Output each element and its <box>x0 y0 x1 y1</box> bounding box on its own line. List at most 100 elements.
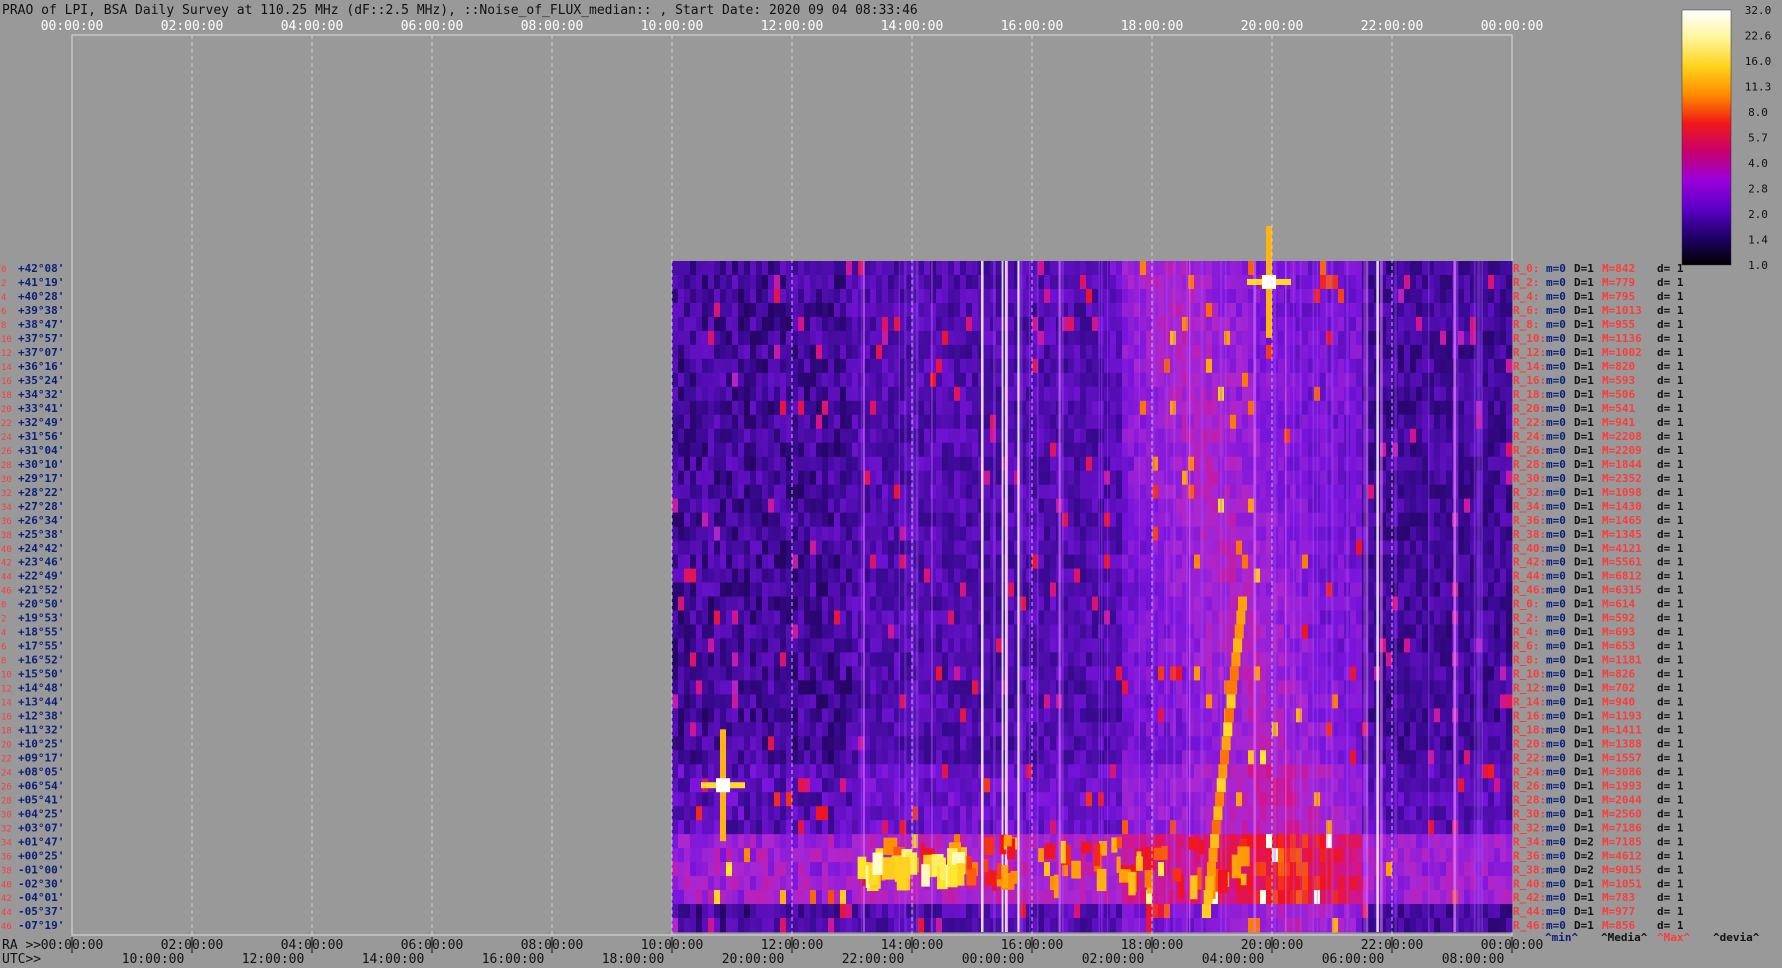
heatmap-cell <box>1050 498 1057 514</box>
heatmap-cell <box>822 372 829 388</box>
heatmap-cell <box>1410 372 1417 388</box>
heatmap-cell <box>714 316 721 332</box>
heatmap-cell <box>864 666 871 681</box>
heatmap-cell <box>1302 568 1309 583</box>
heatmap-cell <box>1458 610 1465 625</box>
heatmap-cell <box>1350 568 1357 583</box>
heatmap-cell <box>888 498 895 514</box>
heatmap-cell <box>1146 652 1153 667</box>
heatmap-cell <box>1128 274 1135 290</box>
heatmap-cell <box>930 652 937 667</box>
heatmap-cell <box>882 652 889 667</box>
heatmap-cell <box>1044 442 1051 458</box>
heatmap-cell <box>1188 680 1195 695</box>
heatmap-cell <box>1188 512 1195 528</box>
heatmap-cell <box>678 638 685 653</box>
heatmap-cell <box>774 288 781 304</box>
heatmap-cell <box>834 596 841 611</box>
heatmap-cell <box>1044 456 1051 472</box>
heatmap-cell <box>1404 568 1411 583</box>
heatmap-cell <box>1212 680 1219 695</box>
heatmap-cell <box>684 722 691 737</box>
heatmap-cell <box>924 680 931 695</box>
heatmap-cell <box>1158 652 1165 667</box>
heatmap-cell <box>792 722 799 737</box>
heatmap-cell <box>738 610 745 625</box>
heatmap-cell <box>774 708 781 723</box>
heatmap-cell <box>672 274 679 290</box>
heatmap-cell <box>768 582 775 597</box>
heatmap-cell <box>1050 708 1057 723</box>
heatmap-cell <box>714 666 721 681</box>
heatmap-cell <box>816 736 823 751</box>
heatmap-cell <box>822 344 829 360</box>
heatmap-cell <box>930 274 937 290</box>
heatmap-cell <box>966 736 973 751</box>
heatmap-cell <box>852 316 859 332</box>
heatmap-cell <box>678 540 685 555</box>
heatmap-cell <box>744 456 751 472</box>
heatmap-cell <box>1116 540 1123 555</box>
heatmap-cell <box>798 708 805 723</box>
heatmap-cell <box>1068 722 1075 737</box>
heatmap-cell <box>678 582 685 597</box>
heatmap-cell <box>1368 680 1375 695</box>
heatmap-cell <box>738 428 745 444</box>
heatmap-cell <box>1212 666 1219 681</box>
heatmap-cell <box>1176 330 1183 346</box>
heatmap-cell <box>1260 344 1267 360</box>
heatmap-cell <box>888 708 895 723</box>
heatmap-cell <box>966 498 973 514</box>
heatmap-cell <box>1284 428 1291 444</box>
heatmap-cell <box>852 666 859 681</box>
heatmap-cell <box>1122 330 1129 346</box>
heatmap-cell <box>1194 456 1201 472</box>
heatmap-cell <box>1368 526 1375 541</box>
heatmap-cell <box>1230 568 1237 583</box>
heatmap-cell <box>1458 330 1465 346</box>
heatmap-cell <box>1074 512 1081 528</box>
heatmap-cell <box>960 694 967 709</box>
heatmap-cell <box>840 386 847 402</box>
heatmap-cell <box>744 288 751 304</box>
heatmap-cell <box>1122 358 1129 374</box>
heatmap-cell <box>1464 470 1471 486</box>
heatmap-cell <box>1416 372 1423 388</box>
heatmap-cell <box>1506 610 1513 625</box>
heatmap-cell <box>690 288 697 304</box>
heatmap-cell <box>1242 372 1249 388</box>
heatmap-cell <box>1410 638 1417 653</box>
heatmap-cell <box>738 400 745 416</box>
heatmap-cell <box>1416 568 1423 583</box>
heatmap-cell <box>1338 358 1345 374</box>
heatmap-cell <box>1422 288 1429 304</box>
heatmap-cell <box>1506 582 1513 597</box>
heatmap-cell <box>954 526 961 541</box>
heatmap-cell <box>1086 680 1093 695</box>
heatmap-cell <box>828 442 835 458</box>
heatmap-cell <box>1440 302 1447 318</box>
heatmap-cell <box>1086 358 1093 374</box>
heatmap-cell <box>834 526 841 541</box>
heatmap-cell <box>930 372 937 388</box>
heatmap-cell <box>1422 526 1429 541</box>
heatmap-cell <box>834 274 841 290</box>
heatmap-cell <box>1110 470 1117 486</box>
heatmap-cell <box>678 358 685 374</box>
heatmap-cell <box>1368 288 1375 304</box>
heatmap-cell <box>1278 512 1285 528</box>
heatmap-cell <box>1068 666 1075 681</box>
heatmap-cell <box>816 554 823 569</box>
heatmap-cell <box>732 512 739 528</box>
heatmap-cell <box>1008 624 1015 639</box>
heatmap-cell <box>1194 582 1201 597</box>
heatmap-cell <box>966 470 973 486</box>
heatmap-cell <box>1458 582 1465 597</box>
heatmap-cell <box>1338 484 1345 500</box>
heatmap-cell <box>1074 456 1081 472</box>
heatmap-cell <box>1188 456 1195 472</box>
heatmap-cell <box>762 694 769 709</box>
heatmap-cell <box>996 540 1003 555</box>
heatmap-cell <box>708 400 715 416</box>
heatmap-cell <box>1506 358 1513 374</box>
